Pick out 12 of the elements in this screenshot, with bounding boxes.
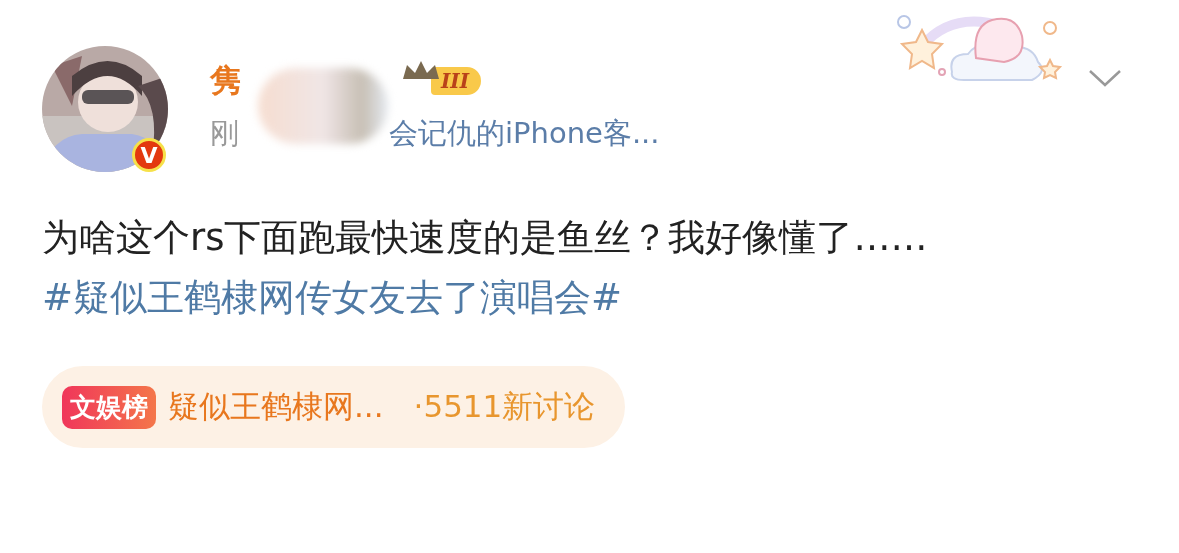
hashtag-link[interactable]: #疑似王鹤棣网传女友去了演唱会# <box>42 270 622 326</box>
chevron-down-icon[interactable] <box>1088 68 1122 88</box>
username[interactable]: 隽 <box>210 60 241 102</box>
verified-badge: V <box>132 138 166 172</box>
topic-title: 疑似王鹤棣网... <box>168 387 384 426</box>
crown-icon <box>401 59 441 81</box>
device-link[interactable]: 会记仇的iPhone客... <box>389 114 660 154</box>
ranking-badge: 文娱榜 <box>62 385 156 429</box>
post-time: 刚 <box>210 115 239 152</box>
post-text: 为啥这个rs下面跑最快速度的是鱼丝？我好像懂了…… <box>42 215 929 261</box>
discussion-count: ·5511新讨论 <box>413 387 596 426</box>
topic-card[interactable]: 文娱榜 疑似王鹤棣网... ·5511新讨论 <box>42 366 626 448</box>
